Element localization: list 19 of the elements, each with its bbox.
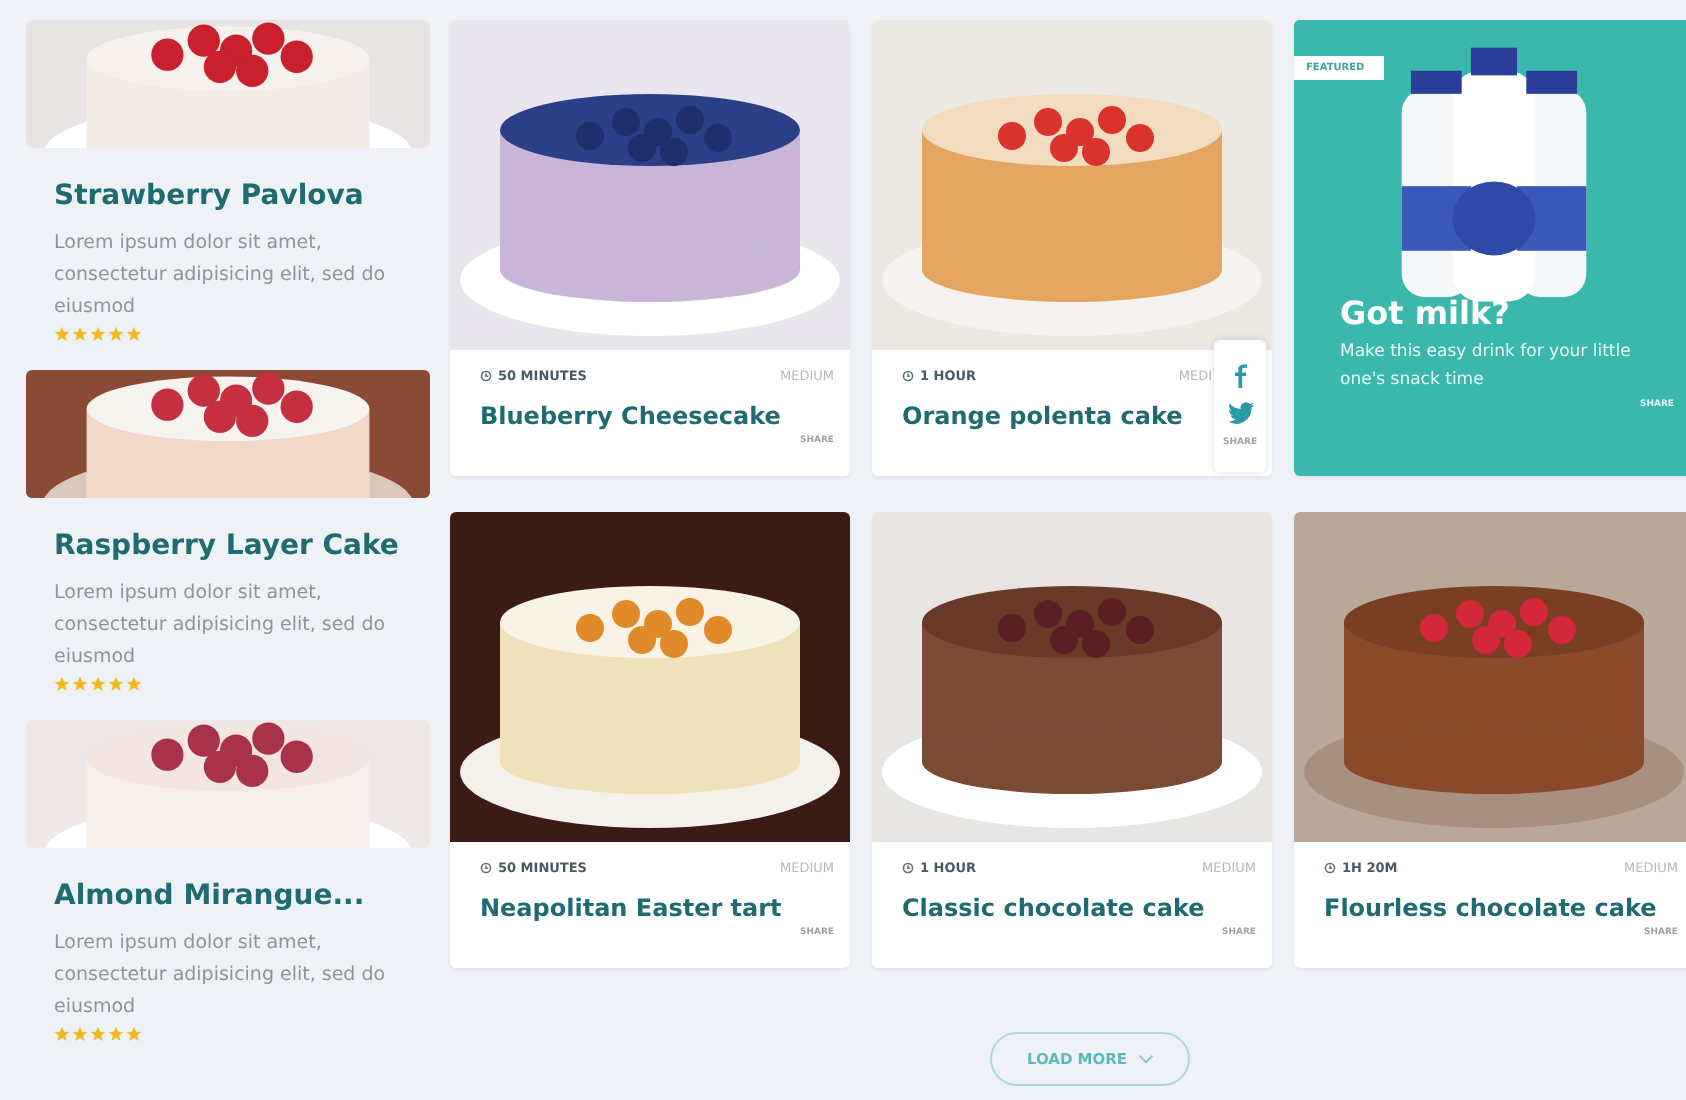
- clock-icon: [902, 862, 914, 874]
- recipe-title[interactable]: Flourless chocolate cake: [1324, 894, 1678, 922]
- recipe-title[interactable]: Strawberry Pavlova: [54, 180, 430, 212]
- recipe-title[interactable]: Blueberry Cheesecake: [480, 402, 834, 430]
- facebook-icon[interactable]: [1233, 364, 1247, 388]
- recipe-description: Lorem ipsum dolor sit amet, consectetur adipisicing elit, sed do eiusmod: [54, 580, 388, 672]
- chevron-down-icon: [1137, 1054, 1154, 1064]
- recipe-description: Lorem ipsum dolor sit amet, consectetur adipisicing elit, sed do eiusmod: [54, 230, 388, 322]
- recipe-title[interactable]: Raspberry Layer Cake: [54, 530, 430, 562]
- promo-description: Make this easy drink for your little one's snack time: [1340, 340, 1633, 394]
- clock-icon: [902, 370, 914, 382]
- twitter-icon[interactable]: [1227, 402, 1253, 424]
- recipe-title[interactable]: Classic chocolate cake: [902, 894, 1256, 922]
- recipe-description: Lorem ipsum dolor sit amet, consectetur adipisicing elit, sed do eiusmod: [54, 930, 388, 1022]
- recipe-title[interactable]: Neapolitan Easter tart: [480, 894, 834, 922]
- clock-icon: [480, 370, 492, 382]
- clock-icon: [1324, 862, 1336, 874]
- recipe-title[interactable]: Almond Mirangue...: [54, 880, 430, 912]
- clock-icon: [480, 862, 492, 874]
